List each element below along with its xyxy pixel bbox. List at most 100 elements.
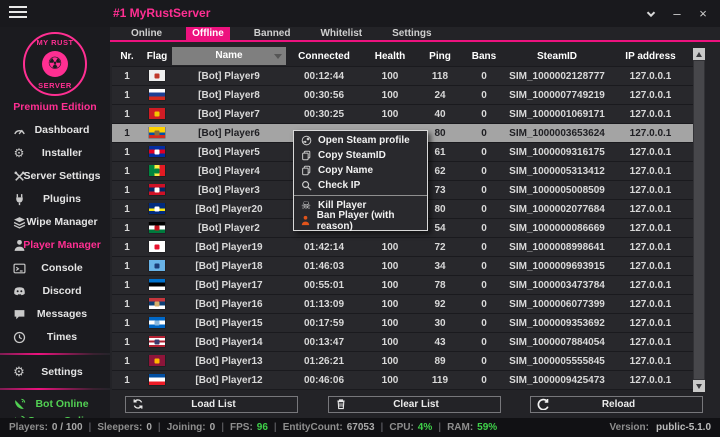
context-menu-item-open-steam-profile[interactable]: Open Steam profile [294, 133, 427, 148]
sidebar-item-plugins[interactable]: Plugins [0, 187, 110, 210]
column-header-nr[interactable]: Nr. [112, 51, 142, 62]
scrollbar[interactable] [693, 48, 705, 392]
cell-nr: 1 [112, 318, 142, 329]
statusbar-label: EntityCount: [283, 422, 343, 433]
cell-bans: 0 [462, 147, 506, 158]
cell-bans: 0 [462, 299, 506, 310]
column-header-health[interactable]: Health [362, 51, 418, 62]
flag-emblem [155, 206, 160, 211]
column-header-bans[interactable]: Bans [462, 51, 506, 62]
scroll-up-icon[interactable] [693, 48, 705, 60]
cell-ip: 127.0.0.1 [608, 90, 693, 101]
scroll-down-icon[interactable] [693, 380, 705, 392]
load-list-button[interactable]: Load List [125, 396, 298, 413]
button-label: Reload [555, 399, 702, 410]
reload-button[interactable]: Reload [530, 396, 703, 413]
tab-online[interactable]: Online [125, 27, 168, 40]
cell-bans: 0 [462, 261, 506, 272]
flag-icon [149, 317, 165, 328]
cell-flag [142, 317, 172, 328]
cell-nr: 1 [112, 280, 142, 291]
cell-bans: 0 [462, 128, 506, 139]
table-row[interactable]: 1[Bot] Player1200:46:061001190SIM_100000… [112, 371, 705, 390]
clear-list-button[interactable]: Clear List [328, 396, 501, 413]
sidebar-item-messages[interactable]: Messages [0, 302, 110, 325]
table-row[interactable]: 1[Bot] Player800:30:56100240SIM_10000077… [112, 86, 705, 105]
tab-bar: Online Offline Banned Whitelist Settings [110, 27, 720, 40]
sidebar-item-console[interactable]: Console [0, 256, 110, 279]
table-row[interactable]: 1[Bot] Player900:12:441001180SIM_1000002… [112, 67, 705, 86]
hamburger-menu-icon[interactable] [9, 6, 27, 20]
column-header-ping[interactable]: Ping [418, 51, 462, 62]
table-row[interactable]: 1[Bot] Player700:30:25100400SIM_10000010… [112, 105, 705, 124]
context-menu-item-ban-player-with-reason-[interactable]: Ban Player (with reason) [294, 213, 427, 228]
flag-icon [149, 374, 165, 385]
column-header-flag[interactable]: Flag [142, 51, 172, 62]
sidebar-item-dashboard[interactable]: Dashboard [0, 118, 110, 141]
sidebar-item-settings[interactable]: ⚙Settings [0, 360, 110, 383]
statusbar-value: 4% [418, 422, 432, 433]
table-row[interactable]: 1[Bot] Player1601:13:09100920SIM_1000006… [112, 295, 705, 314]
flag-emblem [155, 187, 160, 192]
cell-ping: 89 [418, 356, 462, 367]
copy-icon [294, 150, 318, 162]
column-header-steamid[interactable]: SteamID [506, 51, 608, 62]
cell-connected: 00:13:47 [286, 337, 362, 348]
tab-offline[interactable]: Offline [186, 27, 230, 40]
close-button[interactable]: × [690, 0, 716, 27]
button-label: Clear List [353, 399, 500, 410]
sidebar-item-server-settings[interactable]: Server Settings [0, 164, 110, 187]
table-row[interactable]: 1[Bot] Player1400:13:47100430SIM_1000007… [112, 333, 705, 352]
sidebar-item-times[interactable]: Times [0, 325, 110, 348]
table-row[interactable]: 1[Bot] Player1301:26:21100890SIM_1000005… [112, 352, 705, 371]
cell-name: [Bot] Player16 [172, 299, 286, 310]
cell-flag [142, 222, 172, 233]
cell-flag [142, 127, 172, 138]
statusbar-value: 67053 [347, 422, 375, 433]
cell-name: [Bot] Player12 [172, 375, 286, 386]
cell-name: [Bot] Player13 [172, 356, 286, 367]
context-menu-item-copy-name[interactable]: Copy Name [294, 163, 427, 178]
tab-banned[interactable]: Banned [248, 27, 297, 40]
installer-icon: ⚙ [12, 146, 26, 160]
column-header-connected[interactable]: Connected [286, 51, 362, 62]
version-value: public-5.1.0 [656, 422, 711, 433]
column-header-name[interactable]: Name [172, 47, 286, 65]
cell-steamid: SIM_1000005555845 [506, 356, 608, 367]
flag-icon [149, 146, 165, 157]
table-row[interactable]: 1[Bot] Player1901:42:14100720SIM_1000008… [112, 238, 705, 257]
cell-ip: 127.0.0.1 [608, 128, 693, 139]
tab-settings[interactable]: Settings [386, 27, 437, 40]
table-row[interactable]: 1[Bot] Player1801:46:03100340SIM_1000009… [112, 257, 705, 276]
flag-icon [149, 165, 165, 176]
scrollbar-thumb[interactable] [694, 61, 704, 379]
sidebar: MY RUST ☢ SERVER Premium Edition Dashboa… [0, 27, 110, 418]
edition-label: Premium Edition [13, 101, 96, 113]
cell-bans: 0 [462, 337, 506, 348]
window-dropdown-button[interactable] [638, 0, 664, 27]
cell-flag [142, 355, 172, 366]
context-menu-item-check-ip[interactable]: Check IP [294, 178, 427, 193]
cell-ping: 78 [418, 280, 462, 291]
table-row[interactable]: 1[Bot] Player1500:17:59100300SIM_1000009… [112, 314, 705, 333]
flag-icon [149, 241, 165, 252]
context-menu-item-copy-steamid[interactable]: Copy SteamID [294, 148, 427, 163]
cell-bans: 0 [462, 318, 506, 329]
sidebar-item-discord[interactable]: Discord [0, 279, 110, 302]
titlebar: #1 MyRustServer – × [0, 0, 720, 27]
flag-icon [149, 298, 165, 309]
sidebar-item-player-manager[interactable]: Player Manager [0, 233, 110, 256]
cell-ip: 127.0.0.1 [608, 223, 693, 234]
cell-bans: 0 [462, 375, 506, 386]
refresh-icon [126, 396, 150, 414]
cell-ping: 40 [418, 109, 462, 120]
flag-emblem [155, 130, 160, 135]
cell-name: [Bot] Player15 [172, 318, 286, 329]
sidebar-item-wipe-manager[interactable]: Wipe Manager [0, 210, 110, 233]
tab-whitelist[interactable]: Whitelist [314, 27, 368, 40]
cell-ping: 24 [418, 90, 462, 101]
table-row[interactable]: 1[Bot] Player1700:55:01100780SIM_1000003… [112, 276, 705, 295]
sidebar-item-installer[interactable]: ⚙Installer [0, 141, 110, 164]
column-header-ip[interactable]: IP address [608, 51, 693, 62]
minimize-button[interactable]: – [664, 0, 690, 27]
